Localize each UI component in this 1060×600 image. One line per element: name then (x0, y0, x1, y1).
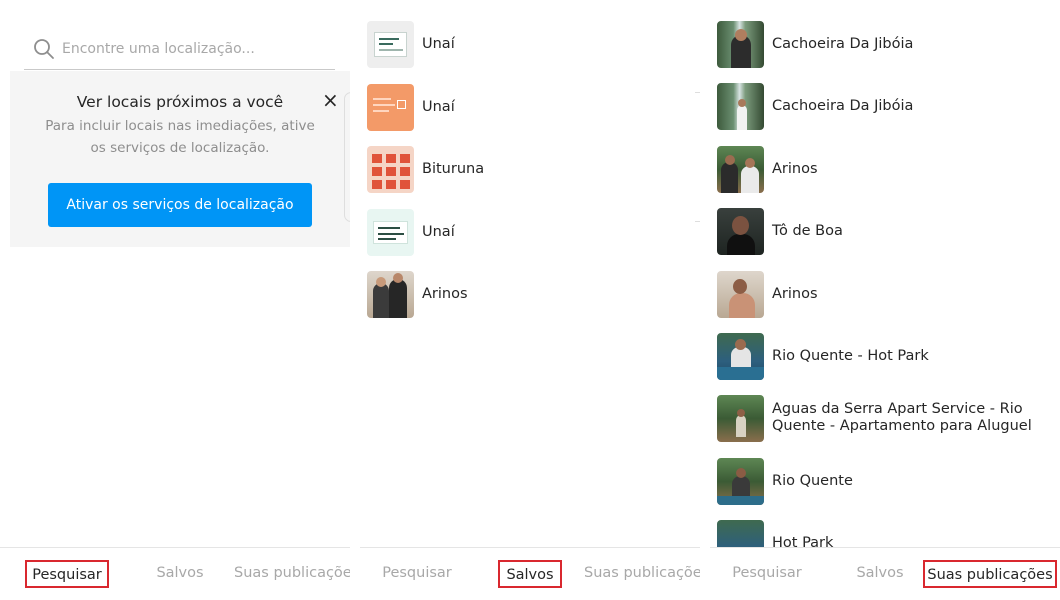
search-input[interactable] (62, 36, 322, 62)
list-item[interactable]: Unaí (367, 83, 455, 131)
tab-search[interactable]: Pesquisar (382, 560, 452, 588)
list-item[interactable]: Rio Quente (717, 457, 853, 505)
list-item[interactable]: Unaí (367, 20, 455, 68)
search-icon (34, 39, 54, 59)
list-item[interactable]: Aguas da Serra Apart Service - Rio Quente… (717, 394, 1032, 442)
enable-location-button[interactable]: Ativar os serviços de localização (48, 183, 312, 227)
location-name: Unaí (422, 35, 455, 52)
photo-thumbnail (717, 82, 764, 130)
location-name: Arinos (772, 285, 818, 302)
location-name: Tô de Boa (772, 222, 843, 239)
location-name: Rio Quente - Hot Park (772, 347, 929, 364)
tab-search[interactable]: Pesquisar (25, 560, 109, 588)
location-name: Cachoeira Da Jibóia (772, 97, 914, 114)
location-name: Aguas da Serra Apart Service - Rio Quente… (772, 401, 1032, 434)
photo-thumbnail (717, 20, 764, 68)
list-item[interactable]: Arinos (717, 270, 818, 318)
photo-thumbnail (717, 457, 764, 505)
saved-panel: Unaí Unaí Bituruna Unaí Arinos Pesquisar… (360, 0, 700, 600)
list-item[interactable]: Rio Quente - Hot Park (717, 332, 929, 380)
location-name: Rio Quente (772, 472, 853, 489)
location-name: Cachoeira Da Jibóia (772, 35, 914, 52)
list-item[interactable]: Unaí (367, 208, 455, 256)
tab-saved[interactable]: Salvos (498, 560, 562, 588)
location-prompt-card: Ver locais próximos a você × Para inclui… (10, 71, 350, 247)
search-bar[interactable] (24, 34, 335, 70)
location-prompt-title: Ver locais próximos a você (76, 93, 284, 111)
adjacent-panel-edge (344, 92, 350, 222)
your-posts-panel: Cachoeira Da Jibóia Cachoeira Da Jibóia … (710, 0, 1060, 600)
list-item[interactable]: Arinos (367, 270, 468, 318)
list-item[interactable]: Cachoeira Da Jibóia (717, 82, 913, 130)
tab-your-posts[interactable]: Suas publicações (234, 560, 350, 588)
tab-your-posts[interactable]: Suas publicações (584, 560, 700, 588)
list-item[interactable]: Arinos (717, 145, 818, 193)
list-item[interactable]: Bituruna (367, 145, 484, 193)
list-item[interactable]: Cachoeira Da Jibóia (717, 20, 913, 68)
photo-thumbnail (367, 270, 414, 318)
location-name: Arinos (422, 285, 468, 302)
saved-post-thumbnail (367, 20, 414, 68)
list-item[interactable]: Tô de Boa (717, 207, 843, 255)
tab-saved[interactable]: Salvos (852, 560, 908, 588)
photo-thumbnail (717, 207, 764, 255)
location-name: Unaí (422, 223, 455, 240)
photo-thumbnail (717, 332, 764, 380)
saved-post-thumbnail (367, 83, 414, 131)
photo-thumbnail (717, 270, 764, 318)
location-prompt-description: Para incluir locais nas imediações, ativ… (45, 118, 315, 156)
tab-search[interactable]: Pesquisar (732, 560, 802, 588)
saved-post-thumbnail (367, 208, 414, 256)
tab-your-posts[interactable]: Suas publicações (923, 560, 1057, 588)
adjacent-panel-edge (695, 92, 700, 222)
search-panel: Ver locais próximos a você × Para inclui… (0, 0, 350, 600)
bottom-tab-bar: Pesquisar Salvos Suas publicações (0, 547, 350, 600)
location-name: Arinos (772, 160, 818, 177)
location-name: Unaí (422, 98, 455, 115)
tab-saved[interactable]: Salvos (150, 560, 210, 588)
saved-post-thumbnail (367, 145, 414, 193)
bottom-tab-bar: Pesquisar Salvos Suas publicações (360, 547, 700, 600)
photo-thumbnail (717, 145, 764, 193)
close-icon[interactable]: × (322, 90, 339, 110)
location-name: Bituruna (422, 160, 485, 177)
bottom-tab-bar: Pesquisar Salvos Suas publicações (710, 547, 1060, 600)
photo-thumbnail (717, 394, 764, 442)
